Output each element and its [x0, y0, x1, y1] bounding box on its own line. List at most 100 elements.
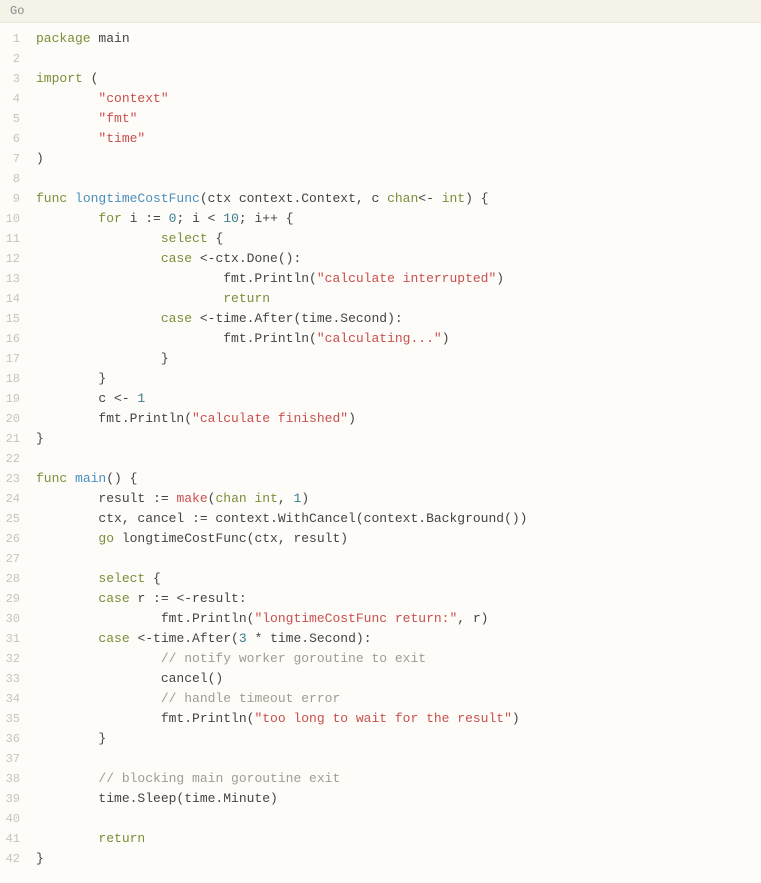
token-kw: package	[36, 31, 98, 46]
token-id: )	[348, 411, 356, 426]
token-kw: func	[36, 471, 75, 486]
token-id	[36, 291, 223, 306]
code-line: "context"	[36, 89, 527, 109]
line-number: 21	[4, 429, 20, 449]
code-line: }	[36, 729, 527, 749]
token-id	[36, 591, 98, 606]
token-id: longtimeCostFunc(ctx, result)	[122, 531, 348, 546]
line-number: 24	[4, 489, 20, 509]
line-number: 5	[4, 109, 20, 129]
token-id: <-ctx.Done():	[200, 251, 301, 266]
line-number: 42	[4, 849, 20, 869]
token-op: ) {	[465, 191, 488, 206]
line-number: 14	[4, 289, 20, 309]
token-kw: case	[98, 631, 137, 646]
token-op: }	[36, 431, 44, 446]
code-line: case <-time.After(time.Second):	[36, 309, 527, 329]
token-id	[36, 311, 161, 326]
line-number: 26	[4, 529, 20, 549]
line-number: 11	[4, 229, 20, 249]
token-kw: case	[161, 311, 200, 326]
line-number: 3	[4, 69, 20, 89]
token-op: )	[301, 491, 309, 506]
token-id: i :=	[130, 211, 169, 226]
code-line	[36, 809, 527, 829]
token-id: c <-	[36, 391, 137, 406]
line-number: 30	[4, 609, 20, 629]
token-num: 1	[137, 391, 145, 406]
token-kw: chan	[387, 191, 418, 206]
token-id: cancel()	[36, 671, 223, 686]
code-line: case <-ctx.Done():	[36, 249, 527, 269]
code-line: func longtimeCostFunc(ctx context.Contex…	[36, 189, 527, 209]
code-line: "fmt"	[36, 109, 527, 129]
line-number: 37	[4, 749, 20, 769]
line-number: 23	[4, 469, 20, 489]
code-line: fmt.Println("calculating...")	[36, 329, 527, 349]
token-kw: chan int	[215, 491, 277, 506]
token-cm: // handle timeout error	[161, 691, 340, 706]
token-id	[36, 831, 98, 846]
token-id: fmt.Println(	[36, 711, 254, 726]
token-cm: // notify worker goroutine to exit	[161, 651, 426, 666]
line-number: 41	[4, 829, 20, 849]
token-id: fmt.Println(	[36, 411, 192, 426]
token-id: ctx, cancel := context.WithCancel(contex…	[36, 511, 527, 526]
code-line: )	[36, 149, 527, 169]
code-line: go longtimeCostFunc(ctx, result)	[36, 529, 527, 549]
token-kw: go	[98, 531, 121, 546]
line-number: 2	[4, 49, 20, 69]
line-number: 34	[4, 689, 20, 709]
token-fn: main	[75, 471, 106, 486]
line-number: 18	[4, 369, 20, 389]
code-line: select {	[36, 569, 527, 589]
token-kw: func	[36, 191, 75, 206]
code-line: package main	[36, 29, 527, 49]
token-str: "calculate interrupted"	[317, 271, 496, 286]
token-kw: int	[442, 191, 465, 206]
token-str: "time"	[98, 131, 145, 146]
token-id: )	[442, 331, 450, 346]
line-number: 1	[4, 29, 20, 49]
token-id: fmt.Println(	[36, 271, 317, 286]
token-id: fmt.Println(	[36, 611, 254, 626]
token-id: )	[496, 271, 504, 286]
token-kw: select	[161, 231, 216, 246]
token-op: () {	[106, 471, 137, 486]
token-id: r := <-result:	[137, 591, 246, 606]
token-str: "context"	[98, 91, 168, 106]
code-line: result := make(chan int, 1)	[36, 489, 527, 509]
code-line: select {	[36, 229, 527, 249]
token-id	[36, 651, 161, 666]
code-line: ctx, cancel := context.WithCancel(contex…	[36, 509, 527, 529]
code-line: // notify worker goroutine to exit	[36, 649, 527, 669]
language-label: Go	[10, 4, 24, 18]
token-id	[36, 211, 98, 226]
token-id: time.Sleep(time.Minute)	[36, 791, 278, 806]
code-line: case r := <-result:	[36, 589, 527, 609]
line-number: 29	[4, 589, 20, 609]
token-id: result :=	[36, 491, 176, 506]
token-id: fmt.Println(	[36, 331, 317, 346]
token-op: )	[36, 151, 44, 166]
line-number: 32	[4, 649, 20, 669]
token-num: 10	[223, 211, 239, 226]
code-line: }	[36, 349, 527, 369]
code-line	[36, 549, 527, 569]
code-line: }	[36, 849, 527, 869]
line-number: 16	[4, 329, 20, 349]
token-kw: for	[98, 211, 129, 226]
token-id	[36, 231, 161, 246]
token-kw: return	[223, 291, 270, 306]
line-number: 10	[4, 209, 20, 229]
line-number: 9	[4, 189, 20, 209]
token-kw: select	[98, 571, 153, 586]
line-number: 15	[4, 309, 20, 329]
token-id: <-time.After(	[137, 631, 238, 646]
token-kw: return	[98, 831, 145, 846]
token-id	[36, 251, 161, 266]
line-number: 13	[4, 269, 20, 289]
code-line: fmt.Println("longtimeCostFunc return:", …	[36, 609, 527, 629]
token-kw: case	[98, 591, 137, 606]
code-line: for i := 0; i < 10; i++ {	[36, 209, 527, 229]
